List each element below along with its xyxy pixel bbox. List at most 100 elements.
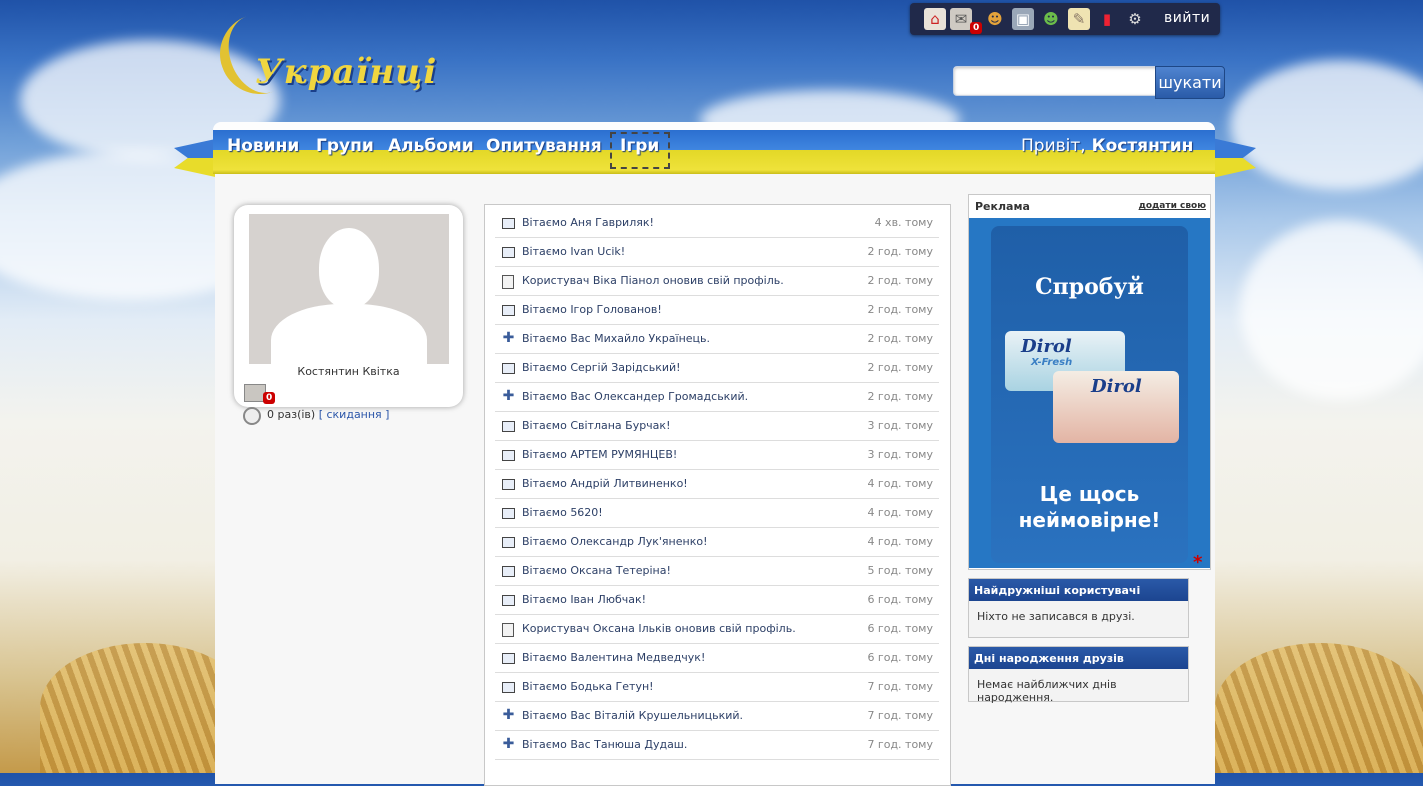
computer-icon (502, 682, 515, 693)
nav-albums[interactable]: Альбоми (388, 136, 474, 156)
nav-polls[interactable]: Опитування (486, 136, 602, 156)
feed-item: Користувач Віка Піанол оновив свій профі… (495, 267, 939, 296)
feed-item: Вітаємо Іван Любчак! 6 год. тому (495, 586, 939, 615)
site-logo[interactable]: Українці (208, 2, 436, 109)
ad-brand-sub: X-Fresh (1031, 357, 1073, 368)
feed-item: Вітаємо АРТЕМ РУМЯНЦЕВ! 3 год. тому (495, 441, 939, 470)
photo-icon[interactable]: ▣ (1012, 8, 1034, 30)
visits-counter: 0 раз(ів) [ скидання ] (267, 408, 389, 421)
feed-item: Вітаємо Світлана Бурчак! 3 год. тому (495, 412, 939, 441)
feed-text[interactable]: Вітаємо Аня Гавриляк! (522, 216, 654, 229)
ad-slogan-bottom: Це щось неймовірне! (991, 481, 1188, 533)
add-ad-link[interactable]: додати свою (1139, 201, 1206, 211)
visits-count: 0 раз(ів) (267, 408, 316, 421)
plus-icon: ✚ (502, 736, 515, 752)
computer-icon (502, 508, 515, 519)
stats-icon[interactable]: ▮ (1096, 8, 1118, 30)
feed-text[interactable]: Вітаємо Оксана Тетеріна! (522, 564, 671, 577)
computer-icon (502, 450, 515, 461)
feed-text[interactable]: Вітаємо Валентина Медведчук! (522, 651, 705, 664)
feed-item: ✚ Вітаємо Вас Михайло Українець. 2 год. то… (495, 325, 939, 354)
feed-text[interactable]: Вітаємо Ivan Ucik! (522, 245, 625, 258)
users-icon[interactable]: ☻ (984, 8, 1006, 30)
feed-time: 2 год. тому (867, 274, 933, 287)
feed-time: 4 год. тому (867, 535, 933, 548)
feed-text[interactable]: Вітаємо Бодька Гетун! (522, 680, 654, 693)
logo-text: Українці (255, 52, 438, 92)
ad-title: Реклама (975, 200, 1030, 213)
cloud-decoration (1240, 220, 1423, 400)
computer-icon (502, 653, 515, 664)
profile-update-icon (502, 275, 514, 289)
feed-item: Вітаємо 5620! 4 год. тому (495, 499, 939, 528)
computer-icon (502, 537, 515, 548)
profile-update-icon (502, 623, 514, 637)
friendliest-users-title: Найдружніші користувачі (969, 579, 1188, 601)
feed-text[interactable]: Користувач Віка Піанол оновив свій профі… (522, 274, 784, 287)
main-nav: Новини Групи Альбоми Опитування Ігри При… (213, 122, 1215, 174)
home-icon[interactable]: ⌂ (924, 8, 946, 30)
feed-text[interactable]: Вітаємо АРТЕМ РУМЯНЦЕВ! (522, 448, 677, 461)
nav-news[interactable]: Новини (227, 136, 299, 156)
ad-slogan-top: Спробуй (1035, 274, 1144, 300)
profile-name[interactable]: Костянтин Квітка (234, 365, 463, 378)
feed-text[interactable]: Вітаємо Світлана Бурчак! (522, 419, 670, 432)
wheat-decoration (1215, 643, 1423, 773)
search-button[interactable]: шукати (1155, 66, 1225, 99)
avatar[interactable] (249, 214, 449, 364)
feed-item: Вітаємо Андрій Литвиненко! 4 год. тому (495, 470, 939, 499)
user-name-link[interactable]: Костянтин (1092, 136, 1194, 156)
feed-time: 6 год. тому (867, 622, 933, 635)
feed-text[interactable]: Вітаємо Вас Віталій Крушельницький. (522, 709, 743, 722)
mail-icon[interactable]: ✉ (950, 8, 972, 30)
plus-icon: ✚ (502, 330, 515, 346)
ad-star: * (1193, 552, 1203, 573)
reset-visits-link[interactable]: [ скидання ] (319, 408, 390, 421)
feed-time: 2 год. тому (867, 361, 933, 374)
feed-text[interactable]: Вітаємо Іван Любчак! (522, 593, 646, 606)
feed-item: Вітаємо Аня Гавриляк! 4 хв. тому (495, 209, 939, 238)
ad-banner-inner: Спробуй Dirol X-Fresh Dirol Це щось нейм… (991, 226, 1188, 563)
birthdays-title: Дні народження друзів (969, 647, 1188, 669)
activity-feed: Вітаємо Аня Гавриляк! 4 хв. тому Вітаємо … (484, 204, 951, 786)
feed-item: Користувач Оксана Ільків оновив свій про… (495, 615, 939, 644)
feed-time: 7 год. тому (867, 680, 933, 693)
feed-text[interactable]: Вітаємо Олександр Лук'яненко! (522, 535, 707, 548)
avatar-silhouette-head (319, 228, 379, 308)
feed-text[interactable]: Користувач Оксана Ільків оновив свій про… (522, 622, 796, 635)
groups-icon[interactable]: ☻ (1040, 8, 1062, 30)
greeting-text: Привіт, (1021, 136, 1086, 156)
birthdays-box: Дні народження друзів Немає найближчих д… (968, 646, 1189, 704)
feed-text[interactable]: Вітаємо Вас Танюша Дудаш. (522, 738, 687, 751)
feed-item: Вітаємо Ivan Ucik! 2 год. тому (495, 238, 939, 267)
ad-brand: Dirol (1021, 336, 1072, 357)
feed-time: 4 год. тому (867, 506, 933, 519)
feed-time: 5 год. тому (867, 564, 933, 577)
feed-text[interactable]: Вітаємо 5620! (522, 506, 603, 519)
feed-item: ✚ Вітаємо Вас Танюша Дудаш. 7 год. тому (495, 731, 939, 760)
nav-groups[interactable]: Групи (316, 136, 374, 156)
gear-icon[interactable]: ⚙ (1124, 8, 1146, 30)
search-input[interactable] (953, 66, 1163, 96)
feed-text[interactable]: Вітаємо Сергій Зарідський! (522, 361, 681, 374)
plus-icon: ✚ (502, 388, 515, 404)
feed-text[interactable]: Вітаємо Ігор Голованов! (522, 303, 662, 316)
profile-mail-badge: 0 (263, 392, 276, 404)
computer-icon (502, 363, 515, 374)
feed-item: ✚ Вітаємо Вас Віталій Крушельницький. 7 го… (495, 702, 939, 731)
notes-icon[interactable]: ✎ (1068, 8, 1090, 30)
ad-banner[interactable]: Спробуй Dirol X-Fresh Dirol Це щось нейм… (969, 218, 1210, 568)
plus-icon: ✚ (502, 707, 515, 723)
feed-time: 3 год. тому (867, 419, 933, 432)
feed-item: Вітаємо Оксана Тетеріна! 5 год. тому (495, 557, 939, 586)
feed-item: Вітаємо Валентина Медведчук! 6 год. тому (495, 644, 939, 673)
ad-brand-front: Dirol (1091, 376, 1142, 397)
feed-item: Вітаємо Ігор Голованов! 2 год. тому (495, 296, 939, 325)
feed-text[interactable]: Вітаємо Вас Михайло Українець. (522, 332, 710, 345)
user-greeting: Привіт, Костянтин (1021, 136, 1193, 156)
logout-link[interactable]: вийти (1164, 10, 1210, 26)
nav-games[interactable]: Ігри (620, 136, 659, 156)
avatar-silhouette-body (271, 304, 427, 364)
feed-text[interactable]: Вітаємо Вас Олександер Громадський. (522, 390, 748, 403)
feed-text[interactable]: Вітаємо Андрій Литвиненко! (522, 477, 688, 490)
